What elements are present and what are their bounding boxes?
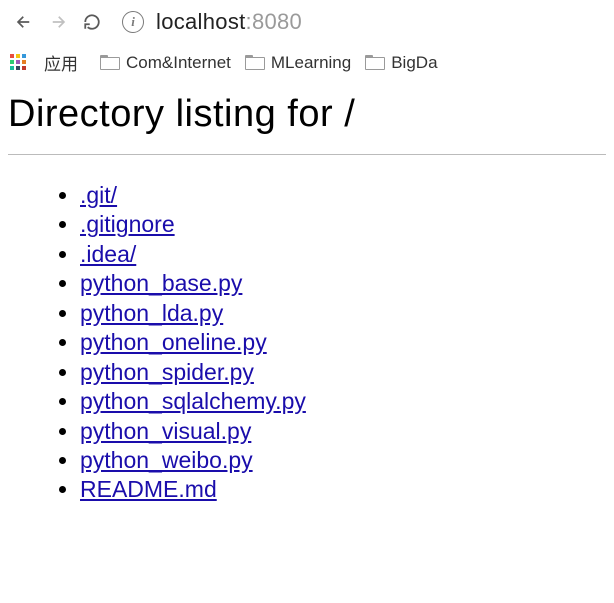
page-title: Directory listing for / <box>8 93 606 136</box>
folder-icon <box>365 55 385 70</box>
file-link[interactable]: .idea/ <box>80 241 136 267</box>
list-item: python_lda.py <box>80 299 606 328</box>
file-link[interactable]: python_sqlalchemy.py <box>80 388 306 414</box>
file-link[interactable]: README.md <box>80 476 217 502</box>
file-link[interactable]: python_weibo.py <box>80 447 253 473</box>
bookmark-bar: 应用 Com&Internet MLearning BigDa <box>0 44 614 81</box>
file-link[interactable]: python_lda.py <box>80 300 223 326</box>
browser-toolbar: i localhost:8080 <box>0 0 614 44</box>
file-link[interactable]: python_spider.py <box>80 359 254 385</box>
file-link[interactable]: python_oneline.py <box>80 329 267 355</box>
bookmark-label: MLearning <box>271 53 351 73</box>
file-link[interactable]: .git/ <box>80 182 117 208</box>
bookmark-folder-bigdata[interactable]: BigDa <box>365 53 437 73</box>
list-item: python_oneline.py <box>80 328 606 357</box>
address-bar[interactable]: localhost:8080 <box>156 9 302 35</box>
apps-label[interactable]: 应用 <box>44 50 78 75</box>
address-port: :8080 <box>246 9 303 34</box>
file-list: .git/ .gitignore .idea/python_base.pypytho… <box>8 181 606 505</box>
folder-icon <box>245 55 265 70</box>
site-info-icon[interactable]: i <box>122 11 144 33</box>
list-item: python_visual.py <box>80 417 606 446</box>
bookmark-folder-cominternet[interactable]: Com&Internet <box>100 53 231 73</box>
folder-icon <box>100 55 120 70</box>
list-item: python_sqlalchemy.py <box>80 387 606 416</box>
file-link[interactable]: python_base.py <box>80 270 242 296</box>
list-item: python_spider.py <box>80 358 606 387</box>
list-item: .gitignore <box>80 210 606 239</box>
list-item: python_weibo.py <box>80 446 606 475</box>
address-host: localhost <box>156 9 246 34</box>
file-link[interactable]: .gitignore <box>80 211 175 237</box>
page-content: Directory listing for / .git/ .gitignore.… <box>0 81 614 505</box>
list-item: README.md <box>80 475 606 504</box>
list-item: .idea/ <box>80 240 606 269</box>
file-link[interactable]: python_visual.py <box>80 418 251 444</box>
list-item: .git/ <box>80 181 606 210</box>
forward-button[interactable] <box>44 8 72 36</box>
apps-icon[interactable] <box>10 54 28 72</box>
back-button[interactable] <box>10 8 38 36</box>
bookmark-folder-mlearning[interactable]: MLearning <box>245 53 351 73</box>
bookmark-label: Com&Internet <box>126 53 231 73</box>
bookmark-label: BigDa <box>391 53 437 73</box>
list-item: python_base.py <box>80 269 606 298</box>
reload-button[interactable] <box>78 8 106 36</box>
divider <box>8 154 606 155</box>
